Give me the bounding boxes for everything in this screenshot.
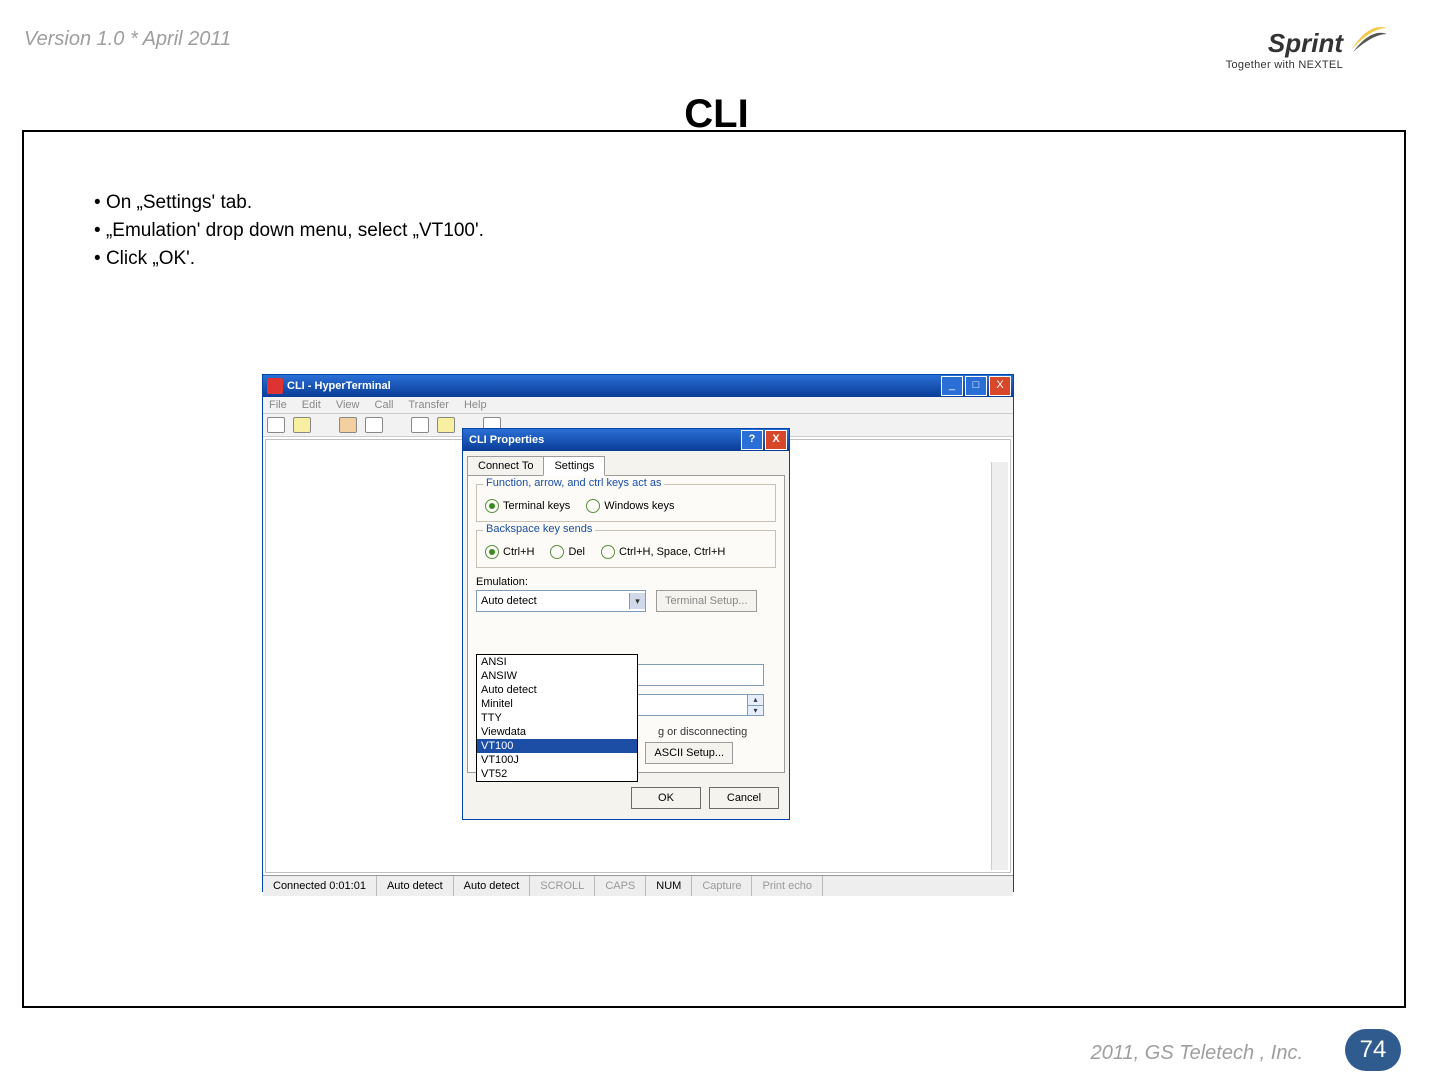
radio-windows-keys[interactable]: Windows keys bbox=[586, 499, 674, 513]
menu-transfer[interactable]: Transfer bbox=[408, 399, 449, 411]
radio-label: Del bbox=[568, 546, 585, 558]
bullet-item: On „Settings' tab. bbox=[94, 189, 484, 217]
brand-tagline: Together with NEXTEL bbox=[1226, 59, 1343, 71]
status-printecho: Print echo bbox=[752, 876, 823, 896]
status-connected: Connected 0:01:01 bbox=[263, 876, 377, 896]
bullet-list: On „Settings' tab. „Emulation' drop down… bbox=[54, 189, 484, 273]
connect-icon[interactable] bbox=[339, 417, 357, 433]
radio-label: Ctrl+H bbox=[503, 546, 534, 558]
hyperterminal-window: CLI - HyperTerminal _ □ X File Edit View… bbox=[262, 374, 1014, 892]
minimize-button[interactable]: _ bbox=[941, 376, 963, 396]
spinner-buttons[interactable]: ▴▾ bbox=[747, 695, 763, 715]
menu-view[interactable]: View bbox=[336, 399, 360, 411]
ht-titlebar: CLI - HyperTerminal _ □ X bbox=[263, 375, 1013, 397]
status-scroll: SCROLL bbox=[530, 876, 595, 896]
ht-app-icon bbox=[267, 378, 283, 394]
close-button[interactable]: X bbox=[989, 376, 1011, 396]
settings-panel: Function, arrow, and ctrl keys act as Te… bbox=[467, 475, 785, 773]
toolbar-separator bbox=[391, 417, 403, 431]
menu-help[interactable]: Help bbox=[464, 399, 487, 411]
version-text: Version 1.0 * April 2011 bbox=[24, 28, 231, 51]
dropdown-option-vt100[interactable]: VT100 bbox=[477, 739, 637, 753]
dropdown-option[interactable]: Auto detect bbox=[477, 683, 637, 697]
radio-ctrl-h-space[interactable]: Ctrl+H, Space, Ctrl+H bbox=[601, 545, 725, 559]
brand-block: Sprint Together with NEXTEL bbox=[1226, 28, 1343, 71]
status-caps: CAPS bbox=[595, 876, 646, 896]
dialog-close-button[interactable]: X bbox=[765, 430, 787, 450]
emulation-select[interactable]: Auto detect ▾ bbox=[476, 590, 646, 612]
tab-strip: Connect To Settings bbox=[463, 451, 789, 475]
ht-status-bar: Connected 0:01:01 Auto detect Auto detec… bbox=[263, 875, 1013, 896]
status-autodetect-1: Auto detect bbox=[377, 876, 454, 896]
keys-group: Function, arrow, and ctrl keys act as Te… bbox=[476, 484, 776, 522]
menu-call[interactable]: Call bbox=[375, 399, 394, 411]
dropdown-option[interactable]: Viewdata bbox=[477, 725, 637, 739]
dialog-titlebar: CLI Properties ? X bbox=[463, 429, 789, 451]
dropdown-option[interactable]: ANSIW bbox=[477, 669, 637, 683]
status-capture: Capture bbox=[692, 876, 752, 896]
backspace-group: Backspace key sends Ctrl+H Del Ctrl+H, S… bbox=[476, 530, 776, 568]
ascii-setup-button[interactable]: ASCII Setup... bbox=[645, 742, 733, 764]
ht-terminal-area[interactable]: CLI Properties ? X Connect To Settings F… bbox=[265, 439, 1011, 873]
help-button[interactable]: ? bbox=[741, 430, 763, 450]
maximize-button[interactable]: □ bbox=[965, 376, 987, 396]
dialog-button-row: OK Cancel bbox=[463, 777, 789, 819]
emulation-dropdown-list[interactable]: ANSI ANSIW Auto detect Minitel TTY Viewd… bbox=[476, 654, 638, 782]
dropdown-option[interactable]: ANSI bbox=[477, 655, 637, 669]
tab-settings[interactable]: Settings bbox=[543, 456, 605, 476]
radio-label: Ctrl+H, Space, Ctrl+H bbox=[619, 546, 725, 558]
emulation-selected-value: Auto detect bbox=[481, 595, 537, 607]
bullet-item: „Emulation' drop down menu, select „VT10… bbox=[94, 217, 484, 245]
brand-name: Sprint bbox=[1226, 28, 1343, 59]
terminal-setup-button[interactable]: Terminal Setup... bbox=[656, 590, 757, 612]
keys-group-title: Function, arrow, and ctrl keys act as bbox=[483, 477, 664, 489]
tab-connect-to[interactable]: Connect To bbox=[467, 456, 544, 476]
chevron-down-icon: ▾ bbox=[629, 593, 645, 609]
receive-icon[interactable] bbox=[437, 417, 455, 433]
document-page: Version 1.0 * April 2011 Sprint Together… bbox=[0, 0, 1433, 1085]
radio-ctrl-h[interactable]: Ctrl+H bbox=[485, 545, 534, 559]
cancel-button[interactable]: Cancel bbox=[709, 787, 779, 809]
ht-menubar[interactable]: File Edit View Call Transfer Help bbox=[263, 397, 1013, 413]
backspace-group-title: Backspace key sends bbox=[483, 523, 595, 535]
radio-del[interactable]: Del bbox=[550, 545, 585, 559]
bullet-item: Click „OK'. bbox=[94, 245, 484, 273]
page-number-badge: 74 bbox=[1345, 1029, 1401, 1071]
footer-copyright: 2011, GS Teletech , Inc. bbox=[1091, 1042, 1303, 1065]
send-icon[interactable] bbox=[411, 417, 429, 433]
menu-file[interactable]: File bbox=[269, 399, 287, 411]
dropdown-option[interactable]: TTY bbox=[477, 711, 637, 725]
cli-properties-dialog: CLI Properties ? X Connect To Settings F… bbox=[462, 428, 790, 820]
new-icon[interactable] bbox=[267, 417, 285, 433]
sprint-swoosh-icon bbox=[1349, 20, 1389, 60]
disconnect-icon[interactable] bbox=[365, 417, 383, 433]
dropdown-option[interactable]: VT100J bbox=[477, 753, 637, 767]
status-autodetect-2: Auto detect bbox=[454, 876, 531, 896]
status-num: NUM bbox=[646, 876, 692, 896]
emulation-label: Emulation: bbox=[476, 576, 776, 588]
ht-window-title: CLI - HyperTerminal bbox=[287, 380, 939, 392]
open-icon[interactable] bbox=[293, 417, 311, 433]
radio-label: Windows keys bbox=[604, 500, 674, 512]
slide-frame: On „Settings' tab. „Emulation' drop down… bbox=[22, 130, 1406, 1008]
toolbar-separator bbox=[319, 417, 331, 431]
ok-button[interactable]: OK bbox=[631, 787, 701, 809]
dropdown-option[interactable]: Minitel bbox=[477, 697, 637, 711]
partial-checkbox-text: g or disconnecting bbox=[658, 726, 747, 738]
dialog-title-text: CLI Properties bbox=[469, 434, 544, 446]
radio-label: Terminal keys bbox=[503, 500, 570, 512]
dropdown-option[interactable]: VT52 bbox=[477, 767, 637, 781]
menu-edit[interactable]: Edit bbox=[302, 399, 321, 411]
radio-terminal-keys[interactable]: Terminal keys bbox=[485, 499, 570, 513]
vertical-scrollbar[interactable] bbox=[991, 462, 1008, 870]
